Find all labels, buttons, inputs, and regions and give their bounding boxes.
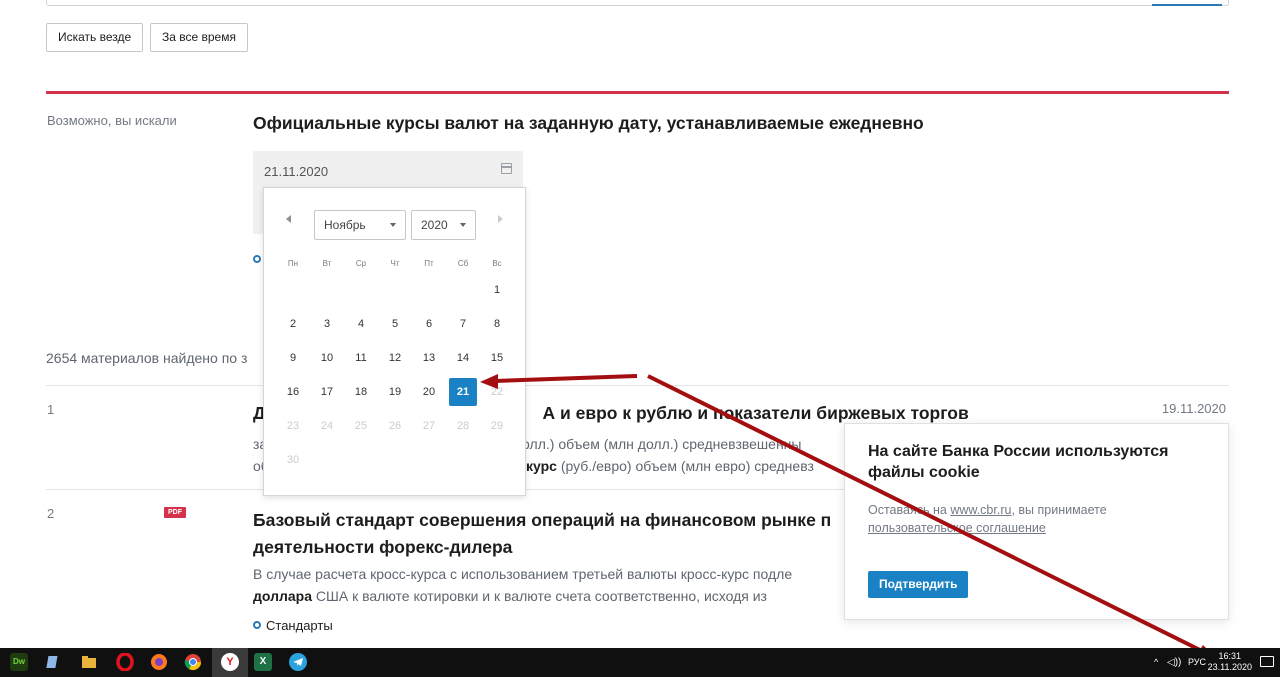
yandex-browser-icon[interactable]: Y <box>221 653 239 671</box>
search-everywhere-button[interactable]: Искать везде <box>46 23 144 52</box>
result-snippet-line: /долл.) объем (млн долл.) средневзвешенн… <box>510 436 802 452</box>
calendar-icon[interactable] <box>501 163 512 174</box>
cookie-banner: На сайте Банка России используются файлы… <box>844 423 1229 620</box>
weekday-label: Пн <box>287 259 299 268</box>
explorer-icon[interactable] <box>46 653 64 671</box>
calendar-day[interactable]: 5 <box>381 310 409 338</box>
next-month-icon[interactable] <box>498 215 503 223</box>
weekday-label: Вс <box>492 259 502 268</box>
cookie-title: На сайте Банка России используются файлы… <box>868 443 1169 481</box>
row-divider <box>46 385 1229 386</box>
month-select[interactable]: Ноябрь <box>314 210 406 240</box>
results-count: 2654 материалов найдено по з <box>46 350 248 366</box>
weekday-label: Ср <box>355 259 367 268</box>
weekday-label: Пт <box>424 259 434 268</box>
cookie-confirm-button[interactable]: Подтвердить <box>868 571 969 598</box>
calendar-day: 23 <box>286 420 300 432</box>
telegram-icon[interactable] <box>289 653 307 671</box>
language-indicator[interactable]: РУС <box>1188 648 1206 677</box>
pdf-badge: PDF <box>164 507 186 518</box>
calendar-day[interactable]: 11 <box>347 344 375 372</box>
dreamweaver-icon[interactable]: Dw <box>10 653 28 671</box>
tray-chevron-icon[interactable]: ^ <box>1154 648 1158 677</box>
result-snippet: В случае расчета кросс-курса с использов… <box>253 566 793 604</box>
calendar-day[interactable]: 20 <box>415 378 443 406</box>
result-snippet-line: курс (руб./евро) объем (млн евро) средне… <box>526 458 814 474</box>
weekday-label: Вт <box>322 259 332 268</box>
result-number: 1 <box>47 402 55 417</box>
calendar-day[interactable]: 2 <box>279 310 307 338</box>
calendar-day: 27 <box>422 420 436 432</box>
excel-icon[interactable]: X <box>254 653 272 671</box>
opera-icon[interactable] <box>116 652 134 672</box>
weekday-label: Сб <box>457 259 469 268</box>
date-field-value: 21.11.2020 <box>264 164 329 179</box>
chevron-down-icon <box>460 223 466 227</box>
taskbar: Dw Y X ^ ◁)) РУС 16:31 23.11.2020 <box>0 648 1280 677</box>
year-select[interactable]: 2020 <box>411 210 476 240</box>
calendar-day[interactable]: 14 <box>449 344 477 372</box>
section-divider <box>46 91 1229 94</box>
search-button-edge[interactable] <box>1152 4 1222 6</box>
calendar-day[interactable]: 1 <box>483 276 511 304</box>
calendar-day: 29 <box>490 420 504 432</box>
calendar-day-selected[interactable]: 21 <box>449 378 477 406</box>
calendar-day[interactable]: 17 <box>313 378 341 406</box>
tag-bullet-icon <box>253 255 261 263</box>
chevron-down-icon <box>390 223 396 227</box>
search-input[interactable] <box>46 0 1229 6</box>
result-tag-link[interactable]: Стандарты <box>266 618 333 633</box>
calendar-day[interactable]: 8 <box>483 310 511 338</box>
agreement-link[interactable]: пользовательское соглашение <box>868 521 1046 535</box>
date-picker: Ноябрь 2020 Пн Вт Ср Чт Пт Сб Вс 1 2 3 4 5 6 7 8 9 10 11… <box>263 187 526 496</box>
calendar-day[interactable]: 15 <box>483 344 511 372</box>
chrome-icon[interactable] <box>184 653 202 671</box>
calendar-day[interactable]: 6 <box>415 310 443 338</box>
calendar-day[interactable]: 18 <box>347 378 375 406</box>
notifications-icon[interactable] <box>1260 656 1274 667</box>
prev-month-icon[interactable] <box>286 215 291 223</box>
calendar-day[interactable]: 10 <box>313 344 341 372</box>
taskbar-clock[interactable]: 16:31 23.11.2020 <box>1208 651 1252 673</box>
cookie-text: Оставаясь на www.cbr.ru, вы принимаете п… <box>868 503 1107 535</box>
calendar-day[interactable]: 13 <box>415 344 443 372</box>
date-field[interactable]: 21.11.2020 <box>253 151 523 191</box>
calendar-day: 25 <box>354 420 368 432</box>
calendar-day: 28 <box>456 420 470 432</box>
calendar-day[interactable]: 12 <box>381 344 409 372</box>
result-number: 2 <box>47 506 55 521</box>
firefox-icon[interactable] <box>150 653 168 671</box>
all-time-button[interactable]: За все время <box>150 23 248 52</box>
result-title-link[interactable]: Базовый стандарт совершения операций на … <box>253 507 853 561</box>
volume-icon[interactable]: ◁)) <box>1167 648 1181 677</box>
site-link[interactable]: www.cbr.ru <box>950 503 1011 517</box>
calendar-day[interactable]: 9 <box>279 344 307 372</box>
calendar-day: 22 <box>490 386 504 398</box>
suggestion-title-link[interactable]: Официальные курсы валют на заданную дату… <box>253 113 924 134</box>
tag-bullet-icon <box>253 621 261 629</box>
calendar-day: 26 <box>388 420 402 432</box>
calendar-day: 24 <box>320 420 334 432</box>
calendar-day[interactable]: 3 <box>313 310 341 338</box>
calendar-day[interactable]: 4 <box>347 310 375 338</box>
calendar-day[interactable]: 7 <box>449 310 477 338</box>
folder-icon[interactable] <box>80 653 98 671</box>
result-date: 19.11.2020 <box>1161 401 1226 416</box>
calendar-day: 30 <box>286 454 300 466</box>
calendar-day[interactable]: 16 <box>279 378 307 406</box>
calendar-day[interactable]: 19 <box>381 378 409 406</box>
suggestion-label: Возможно, вы искали <box>47 113 177 128</box>
weekday-label: Чт <box>390 259 400 268</box>
